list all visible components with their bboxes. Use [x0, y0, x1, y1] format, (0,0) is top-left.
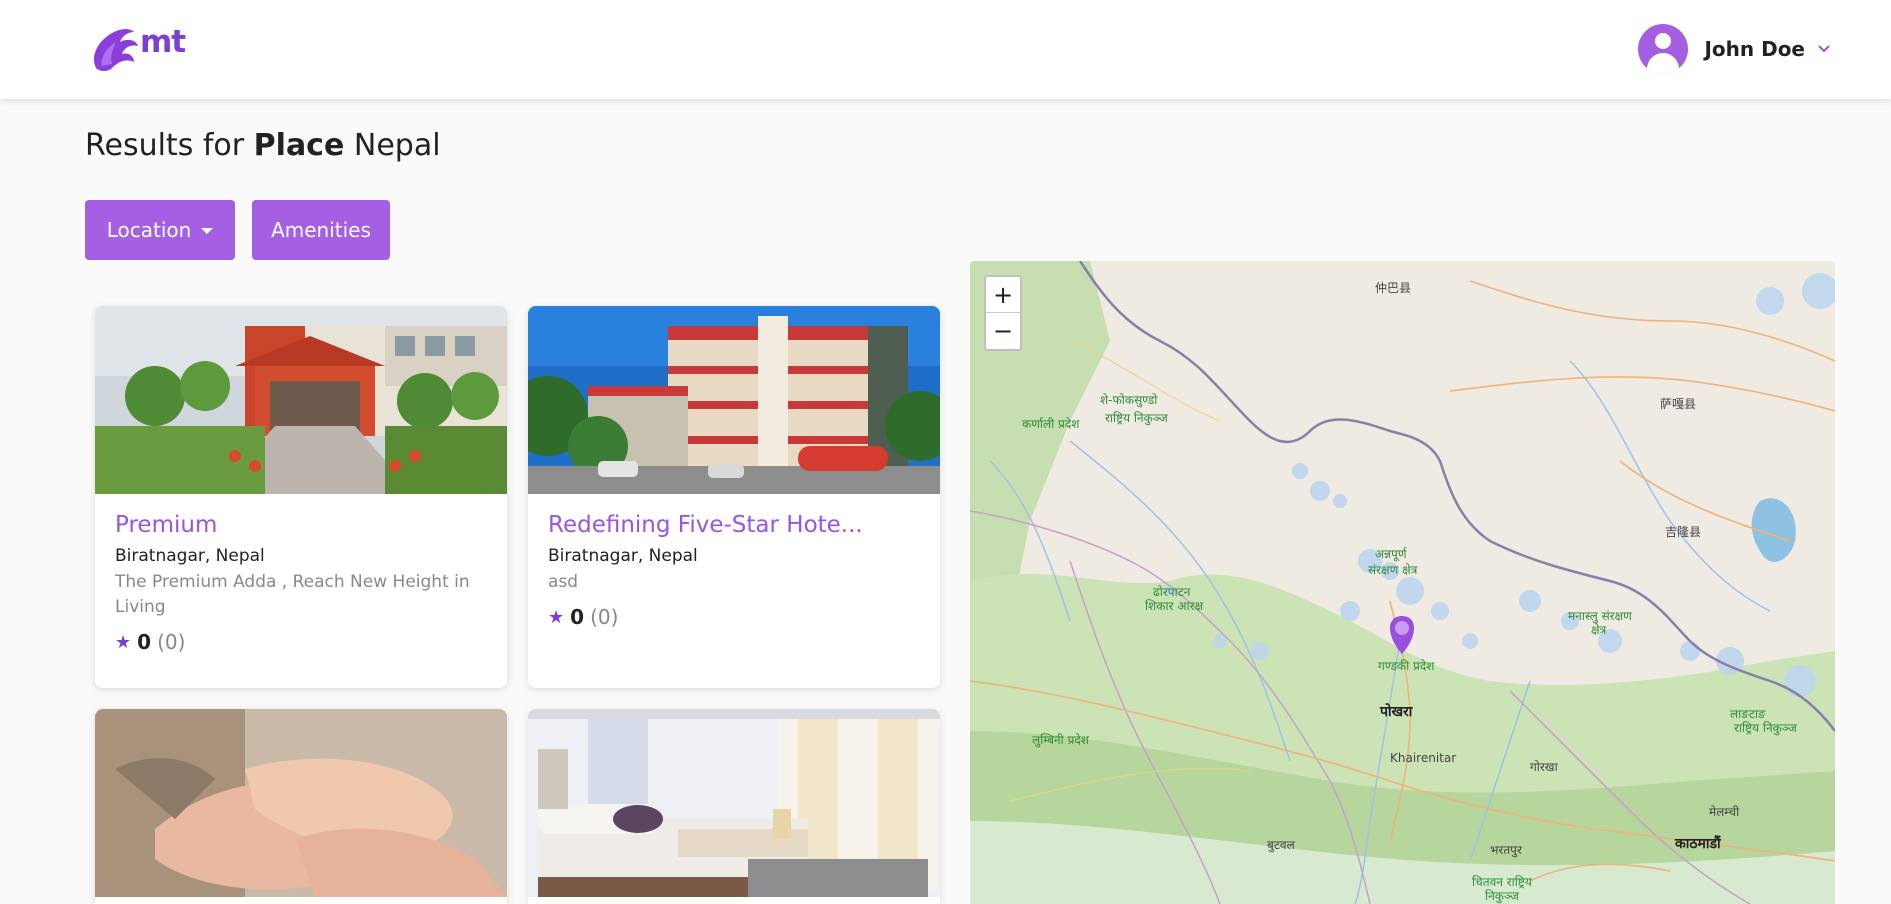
star-icon: ★	[115, 631, 132, 653]
amenities-button[interactable]: Amenities	[252, 200, 390, 260]
map-label-butwal: बुटवल	[1267, 838, 1295, 852]
map-zoom-control: + −	[984, 275, 1022, 351]
map-tiles	[970, 261, 1835, 904]
listing-title[interactable]: Redefining Five-Star Hote...	[548, 512, 920, 538]
results-filter-type: Place	[253, 128, 345, 163]
map-label-tibet2: 萨嘎县	[1660, 397, 1697, 411]
caret-down-icon	[201, 228, 214, 234]
map-label-gandaki: गण्डकी प्रदेश	[1378, 659, 1435, 673]
listing-card[interactable]: Premium Biratnagar, Nepal The Premium Ad…	[95, 306, 507, 688]
map-label-shey: शे-फोकसुण्डो	[1100, 393, 1158, 407]
logo-icon	[94, 29, 138, 71]
listing-rating: ★ 0 (0)	[115, 630, 487, 654]
map-label-lumbini: लुम्बिनी प्रदेश	[1032, 733, 1089, 747]
location-dropdown-button[interactable]: Location	[85, 200, 235, 260]
map-label-dhorpatan2: शिकार आरक्ष	[1145, 599, 1204, 613]
listing-image[interactable]	[528, 306, 940, 494]
listing-card[interactable]: Redefining Five-Star Hote... Biratnagar,…	[528, 306, 940, 688]
listing-image[interactable]	[95, 306, 507, 494]
map-label-kathmandu: काठमाडौं	[1675, 836, 1721, 852]
rating-value: 0	[570, 605, 585, 629]
amenities-label: Amenities	[271, 218, 371, 242]
logo-text: mt	[140, 24, 186, 60]
listing-card[interactable]	[95, 709, 507, 904]
location-label: Location	[106, 218, 192, 242]
map-label-manaslu2: क्षेत्र	[1591, 623, 1607, 637]
map-label-melamchi: मेलम्ची	[1709, 805, 1740, 819]
map-label-tibet3: 吉隆县	[1665, 525, 1702, 539]
map-label-annapurna: अन्नपूर्ण	[1375, 547, 1407, 561]
map-label-khairenitar: Khairenitar	[1390, 751, 1457, 765]
user-name: John Doe	[1704, 37, 1805, 61]
listing-card[interactable]	[528, 709, 940, 904]
listing-description: asd	[548, 572, 579, 592]
listing-image[interactable]	[528, 709, 940, 897]
chevron-down-icon	[1818, 45, 1830, 53]
zoom-out-button[interactable]: −	[986, 313, 1020, 349]
page-title: Results for Place Nepal	[85, 128, 441, 163]
map-label-chitwan2: निकुञ्ज	[1485, 889, 1519, 903]
user-menu[interactable]: John Doe	[1638, 24, 1831, 74]
listing-location: Biratnagar, Nepal	[548, 546, 698, 566]
results-query: Nepal	[353, 128, 441, 163]
map-label-tibet1: 仲巴县	[1375, 281, 1412, 295]
rating-value: 0	[137, 630, 152, 654]
results-prefix: Results for	[85, 128, 245, 163]
review-count: (0)	[590, 605, 619, 629]
results-map[interactable]: 仲巴县 萨嘎县 吉隆县 शे-फोकसुण्डो राष्ट्रिय निकुञ…	[970, 261, 1835, 904]
map-label-annapurna2: संरक्षण क्षेत्र	[1368, 563, 1418, 577]
map-label-gorkha: गोरखा	[1530, 760, 1558, 774]
star-icon: ★	[548, 606, 565, 628]
zoom-in-button[interactable]: +	[986, 277, 1020, 313]
avatar	[1638, 24, 1689, 74]
listing-title[interactable]: Premium	[115, 512, 487, 538]
review-count: (0)	[157, 630, 186, 654]
listing-image[interactable]	[95, 709, 507, 897]
map-label-pokhara: पोखरा	[1380, 704, 1413, 720]
listing-rating: ★ 0 (0)	[548, 605, 920, 629]
map-label-karnali: कर्णाली प्रदेश	[1022, 417, 1080, 431]
brand-logo[interactable]: mt	[88, 22, 186, 74]
map-label-langtang2: राष्ट्रिय निकुञ्ज	[1734, 721, 1797, 735]
listing-description: The Premium Adda , Reach New Height in L…	[115, 572, 470, 617]
top-navbar: mt John Doe	[0, 0, 1891, 99]
map-label-bharatpur: भरतपुर	[1490, 843, 1522, 857]
map-label-shey2: राष्ट्रिय निकुञ्ज	[1105, 411, 1168, 425]
listing-location: Biratnagar, Nepal	[115, 546, 265, 566]
